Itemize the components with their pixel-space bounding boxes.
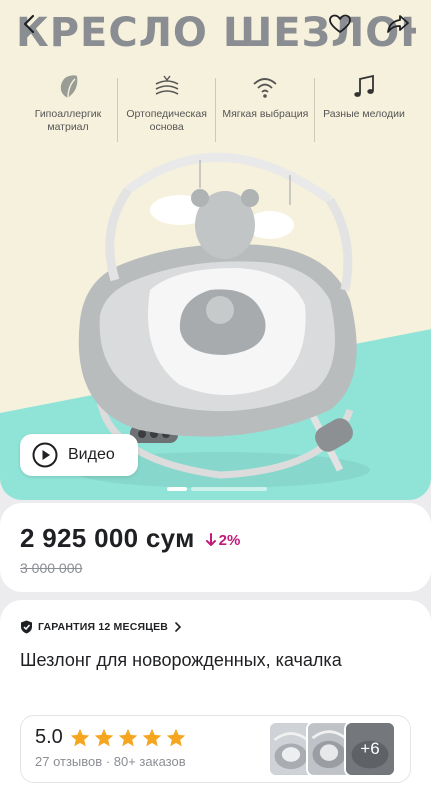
product-image-gallery[interactable]: КРЕСЛО ШЕЗЛОНГ Гипоаллергик матриал Орто… [0,0,431,500]
product-name: Шезлонг для новорожденных, качалка [20,650,342,670]
warranty-link[interactable]: ГАРАНТИЯ 12 МЕСЯЦЕВ [20,620,411,634]
pagination-track [191,487,267,491]
feature-label: Ортопедическая основа [126,108,207,133]
feature-orthopedic: Ортопедическая основа [119,72,215,142]
back-button[interactable] [12,6,48,42]
warranty-label: ГАРАНТИЯ 12 МЕСЯЦЕВ [38,621,169,633]
layers-icon [155,75,179,95]
price-row: 2 925 000 сум 2% [20,523,411,554]
old-price: 3 000 000 [20,560,83,576]
feature-label: Гипоаллергик матриал [34,108,102,133]
star-icon [118,728,137,746]
orders-count: 80+ заказов [113,754,186,769]
meta-separator: · [105,754,111,769]
star-icon [70,728,89,746]
pagination-indicator-active [167,487,187,491]
product-screen: КРЕСЛО ШЕЗЛОНГ Гипоаллергик матриал Орто… [0,0,431,800]
star-icon [94,728,113,746]
leaf-icon [60,75,78,99]
discount-badge: 2% [205,531,241,549]
video-button[interactable]: Видео [20,434,138,476]
feature-melodies: Разные мелодии [316,72,412,142]
feature-vibration: Мягкая выбрация [217,72,313,142]
music-note-icon [354,74,374,97]
wifi-icon [253,78,277,98]
star-icon [166,728,185,746]
more-photos-thumbnail[interactable]: +6 [344,721,396,777]
feature-label: Разные мелодии [323,108,405,120]
star-rating [69,727,187,749]
video-label: Видео [68,446,115,463]
heart-icon [329,14,351,33]
feature-label: Мягкая выбрация [222,108,309,120]
feature-row: Гипоаллергик матриал Ортопедическая осно… [20,72,412,142]
favorite-button[interactable] [322,6,358,42]
review-photos[interactable]: +6 [268,721,396,777]
product-info-card: ГАРАНТИЯ 12 МЕСЯЦЕВ Шезлонг для новорожд… [0,600,431,800]
gallery-pagination [167,487,267,491]
chevron-right-icon [175,622,182,632]
chevron-left-icon [23,14,35,34]
feature-hypoallergenic: Гипоаллергик матриал [20,72,116,142]
rating-summary[interactable]: 5.0 27 отзывов · 80+ заказов +6 [20,715,411,783]
share-icon [387,15,409,33]
play-circle-icon [32,442,58,468]
star-icon [142,728,161,746]
rating-score: 5.0 [35,726,63,748]
arrow-down-icon [205,533,216,546]
more-photos-count: +6 [360,739,380,758]
shield-check-icon [21,620,32,634]
current-price: 2 925 000 сум [20,523,195,553]
share-button[interactable] [380,6,416,42]
reviews-count: 27 отзывов [35,754,103,769]
discount-value: 2% [218,531,241,549]
price-card: 2 925 000 сум 2% 3 000 000 [0,503,431,592]
